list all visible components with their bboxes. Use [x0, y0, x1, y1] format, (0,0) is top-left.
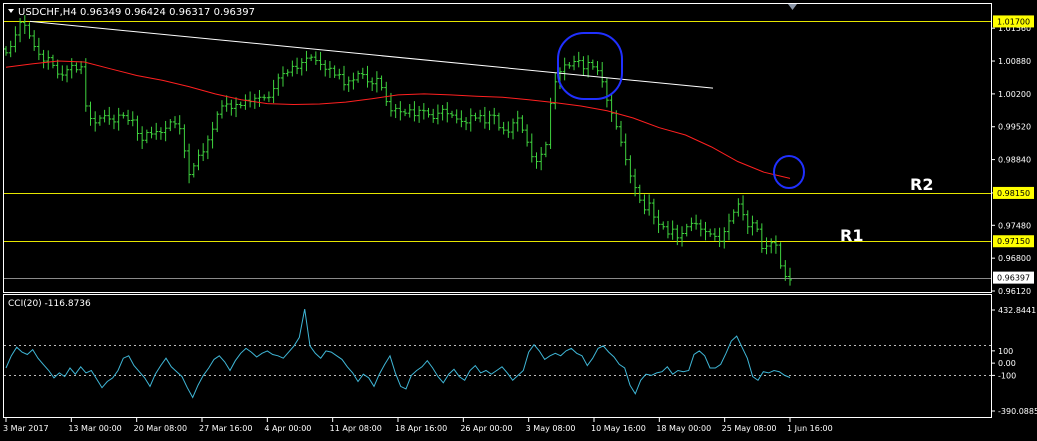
- cci-tick-label: 0.00: [998, 359, 1016, 368]
- symbol-label: USDCHF,H4: [18, 7, 77, 18]
- ohlc-readout: 0.96349 0.96424 0.96317 0.96397: [80, 7, 255, 18]
- r2-label: R2: [910, 175, 933, 194]
- time-tick-label: 13 Mar 00:00: [68, 424, 121, 433]
- price-tick-label: 1.00200: [998, 90, 1031, 99]
- time-tick-label: 26 Apr 00:00: [460, 424, 512, 433]
- price-tick-label: 0.97480: [998, 221, 1031, 230]
- r1-label: R1: [840, 226, 863, 245]
- price-tag-label: 0.97150: [997, 237, 1030, 246]
- price-tick-label: 1.00880: [998, 57, 1031, 66]
- price-tick-label: 0.99520: [998, 123, 1031, 132]
- time-tick-label: 20 Mar 08:00: [134, 424, 187, 433]
- price-tag-label: 0.98150: [997, 189, 1030, 198]
- price-tag-label: 1.01700: [997, 17, 1030, 26]
- cci-tick-label: 432.8441: [998, 306, 1036, 315]
- time-tick-label: 1 Jun 16:00: [787, 424, 833, 433]
- price-tick-label: 0.96800: [998, 254, 1031, 263]
- symbol-header[interactable]: USDCHF,H4 0.96349 0.96424 0.96317 0.9639…: [8, 7, 255, 18]
- time-tick-label: 3 May 08:00: [526, 424, 576, 433]
- price-tag-label: 0.96397: [997, 274, 1030, 283]
- price-tick-label: 0.98840: [998, 156, 1031, 165]
- cci-title: CCI(20) -116.8736: [8, 299, 91, 309]
- time-tick-label: 18 May 00:00: [656, 424, 711, 433]
- time-tick-label: 25 May 08:00: [722, 424, 777, 433]
- time-tick-label: 18 Apr 16:00: [395, 424, 447, 433]
- time-tick-label: 10 May 16:00: [591, 424, 646, 433]
- time-tick-label: 3 Mar 2017: [3, 424, 49, 433]
- price-chart[interactable]: USDCHF,H4 0.96349 0.96424 0.96317 0.9639…: [0, 0, 1037, 441]
- time-tick-label: 27 Mar 16:00: [199, 424, 252, 433]
- time-tick-label: 4 Apr 00:00: [264, 424, 311, 433]
- cci-tick-label: -390.0885: [998, 407, 1037, 416]
- time-tick-label: 11 Apr 08:00: [330, 424, 382, 433]
- cci-tick-label: 100: [998, 347, 1013, 356]
- price-tick-label: 0.96120: [998, 287, 1031, 296]
- cci-tick-label: -100: [998, 371, 1016, 380]
